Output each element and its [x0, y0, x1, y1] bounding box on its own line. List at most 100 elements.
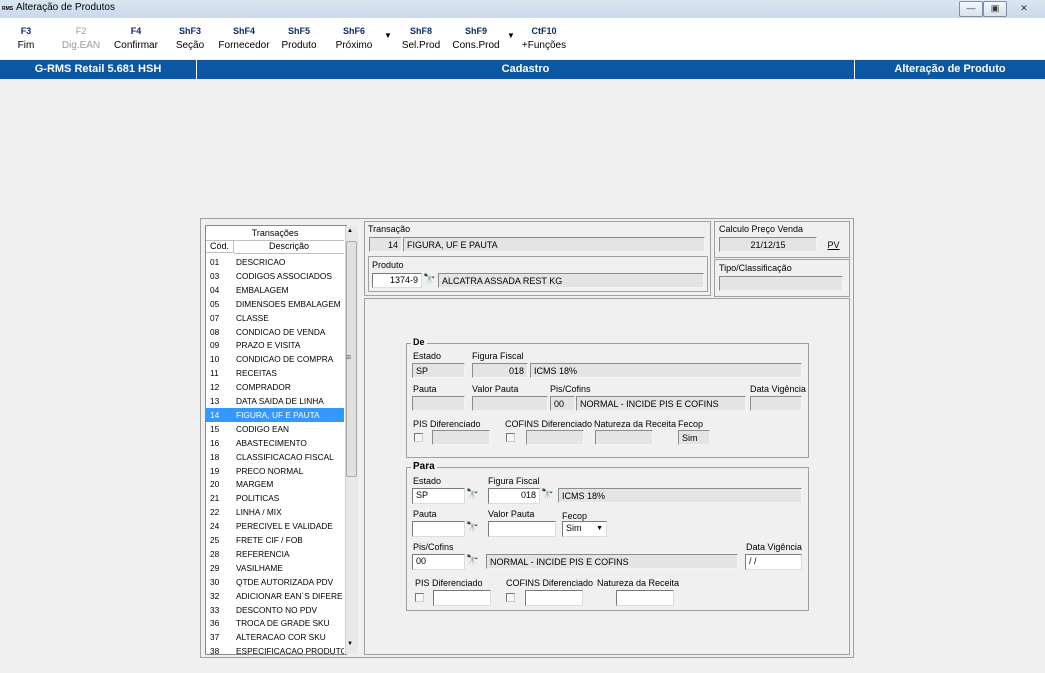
list-item-description: COMPRADOR: [236, 382, 291, 393]
toolbar-key: ShF6: [342, 26, 365, 36]
toolbar-button-produto[interactable]: ShF5 Produto: [273, 26, 325, 51]
list-item[interactable]: 19 PRECO NORMAL: [206, 464, 344, 478]
de-cofins-diferenciado-checkbox[interactable]: [506, 433, 515, 442]
list-item-code: 04: [210, 284, 220, 295]
list-item[interactable]: 10 CONDICAO DE COMPRA: [206, 352, 344, 366]
para-cofins-diferenciado-checkbox[interactable]: [506, 593, 515, 602]
para-pauta-input[interactable]: [412, 521, 465, 537]
list-item[interactable]: 07 CLASSE: [206, 311, 344, 325]
toolbar-button-cons-prod[interactable]: ShF9 Cons.Prod: [450, 26, 502, 51]
list-item-description: EMBALAGEM: [236, 284, 289, 295]
toolbar-label: Sel.Prod: [401, 40, 441, 51]
list-item[interactable]: 20 MARGEM: [206, 477, 344, 491]
list-item[interactable]: 24 PERECIVEL E VALIDADE: [206, 519, 344, 533]
toolbar-label: Seção: [175, 40, 205, 51]
list-item-code: 37: [210, 632, 220, 643]
toolbar-button-fornecedor[interactable]: ShF4 Fornecedor: [218, 26, 270, 51]
para-pis-diferenciado-input[interactable]: [433, 590, 491, 606]
list-item-code: 21: [210, 493, 220, 504]
list-item[interactable]: 25 FRETE CIF / FOB: [206, 533, 344, 547]
de-data-vigencia-label: Data Vigência: [750, 384, 806, 394]
para-pis-cofins-input[interactable]: 00: [412, 554, 465, 570]
toolbar-button-mais-funcoes[interactable]: CtF10 +Funções: [518, 26, 570, 51]
list-item[interactable]: 01 DESCRICAO: [206, 255, 344, 269]
toolbar-key: F2: [75, 26, 87, 36]
para-cofins-diferenciado-input[interactable]: [525, 590, 583, 606]
para-natureza-receita-input[interactable]: [616, 590, 674, 606]
toolbar-key: F3: [20, 26, 32, 36]
list-item[interactable]: 38 ESPECIFICACAO PRODUTO: [206, 644, 344, 654]
scroll-grip-icon: ≡: [346, 352, 352, 362]
para-pis-diferenciado-checkbox[interactable]: [415, 593, 424, 602]
para-pis-cofins-binoculars-icon[interactable]: 🔭: [466, 555, 478, 567]
list-item[interactable]: 11 RECEITAS: [206, 366, 344, 380]
produto-search-binoculars-icon[interactable]: 🔭: [423, 274, 435, 286]
list-item-code: 16: [210, 437, 220, 448]
list-item[interactable]: 37 ALTERACAO COR SKU: [206, 630, 344, 644]
column-header-cod[interactable]: Cód.: [206, 240, 234, 253]
list-item[interactable]: 14 FIGURA, UF E PAUTA: [206, 407, 344, 422]
list-item-code: 32: [210, 590, 220, 601]
list-item[interactable]: 36 TROCA DE GRADE SKU: [206, 616, 344, 630]
list-item[interactable]: 05 DIMENSOES EMBALAGEM: [206, 297, 344, 311]
list-item[interactable]: 32 ADICIONAR EAN´S DIFERE: [206, 589, 344, 603]
restore-button[interactable]: ▣: [983, 1, 1007, 17]
list-item-code: 07: [210, 312, 220, 323]
toolbar-button-secao[interactable]: ShF3 Seção: [164, 26, 216, 51]
minimize-button[interactable]: —: [959, 1, 983, 17]
list-item[interactable]: 15 CODIGO EAN: [206, 422, 344, 436]
para-figura-binoculars-icon[interactable]: 🔭: [541, 489, 553, 501]
list-item[interactable]: 16 ABASTECIMENTO: [206, 436, 344, 450]
list-item-code: 19: [210, 465, 220, 476]
list-item[interactable]: 28 REFERENCIA: [206, 547, 344, 561]
list-item-code: 09: [210, 340, 220, 351]
list-item[interactable]: 13 DATA SAIDA DE LINHA: [206, 394, 344, 408]
de-valor-pauta-label: Valor Pauta: [472, 384, 519, 394]
de-pis-diferenciado-checkbox[interactable]: [414, 433, 423, 442]
list-item[interactable]: 12 COMPRADOR: [206, 380, 344, 394]
para-estado-input[interactable]: SP: [412, 488, 465, 504]
scroll-down-icon[interactable]: ▼: [347, 641, 353, 647]
para-data-vigencia-input[interactable]: / /: [745, 554, 802, 570]
list-item[interactable]: 04 EMBALAGEM: [206, 283, 344, 297]
select-arrow-icon: ▼: [596, 525, 603, 532]
list-item-code: 10: [210, 354, 220, 365]
toolbar-button-proximo[interactable]: ShF6 Próximo: [328, 26, 380, 51]
de-legend: De: [411, 337, 427, 347]
scroll-up-icon[interactable]: ▲: [347, 228, 353, 234]
list-item-description: DESCRICAO: [236, 257, 286, 267]
de-valor-pauta-value: [472, 396, 548, 411]
toolbar-button-dig-ean[interactable]: F2 Dig.EAN: [55, 26, 107, 51]
list-item[interactable]: 21 POLITICAS: [206, 491, 344, 505]
list-item[interactable]: 09 PRAZO E VISITA: [206, 338, 344, 352]
toolbar-button-sel-prod[interactable]: ShF8 Sel.Prod: [395, 26, 447, 51]
para-valor-pauta-input[interactable]: [488, 521, 556, 537]
para-figura-code-input[interactable]: 018: [488, 488, 540, 504]
de-estado-value: SP: [412, 363, 465, 378]
list-item[interactable]: 08 CONDICAO DE VENDA: [206, 325, 344, 339]
para-fecop-select[interactable]: Sim ▼: [562, 521, 607, 537]
para-estado-binoculars-icon[interactable]: 🔭: [466, 489, 478, 501]
column-header-descricao[interactable]: Descrição: [234, 240, 344, 254]
list-item[interactable]: 18 CLASSIFICACAO FISCAL: [206, 450, 344, 464]
pv-button[interactable]: PV: [823, 237, 844, 253]
list-item[interactable]: 03 CODIGOS ASSOCIADOS: [206, 269, 344, 283]
list-item[interactable]: 30 QTDE AUTORIZADA PDV: [206, 575, 344, 589]
produto-code-input[interactable]: 1374-9: [372, 273, 422, 288]
para-pis-cofins-description: NORMAL - INCIDE PIS E COFINS: [486, 554, 738, 569]
para-pauta-binoculars-icon[interactable]: 🔭: [466, 522, 478, 534]
toolbar-button-fim[interactable]: F3 Fim: [0, 26, 52, 51]
para-figura-description: ICMS 18%: [558, 488, 802, 503]
toolbar-key: F4: [130, 26, 142, 36]
toolbar-button-confirmar[interactable]: F4 Confirmar: [110, 26, 162, 51]
toolbar-dropdown-icon[interactable]: ▼: [507, 31, 515, 40]
para-cofins-diferenciado-label: COFINS Diferenciado: [506, 578, 594, 588]
list-item[interactable]: 29 VASILHAME: [206, 561, 344, 575]
list-item[interactable]: 22 LINHA / MIX: [206, 505, 344, 519]
list-item-code: 15: [210, 423, 220, 434]
toolbar-dropdown-icon[interactable]: ▼: [384, 31, 392, 40]
list-item-code: 33: [210, 604, 220, 615]
transactions-list[interactable]: Transações Cód. Descrição 01 DESCRICAO 03 C…: [205, 225, 347, 655]
list-item[interactable]: 33 DESCONTO NO PDV: [206, 603, 344, 617]
close-button[interactable]: ✕: [1012, 1, 1036, 17]
